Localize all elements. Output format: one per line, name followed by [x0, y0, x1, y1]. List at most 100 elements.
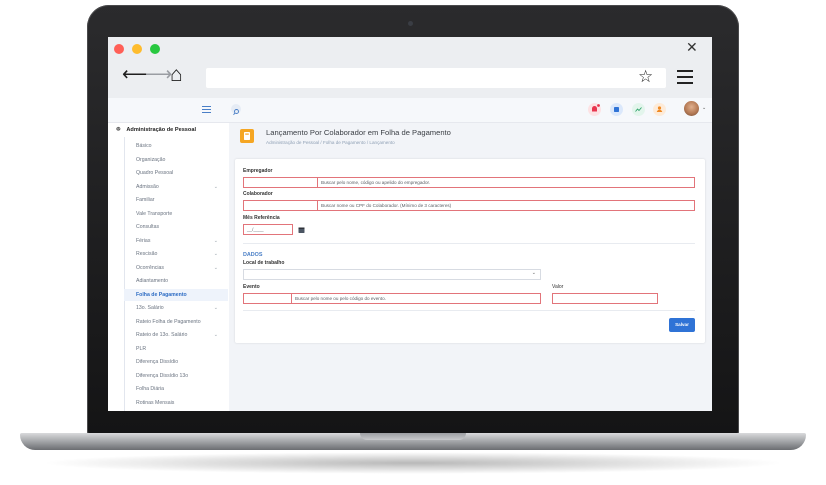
sidebar-item[interactable]: Quadro Pessoal: [124, 167, 228, 179]
sidebar-item-label: Consultas: [136, 224, 160, 230]
empregador-search-input[interactable]: Buscar pelo nome, código ou apelido do e…: [321, 178, 430, 187]
sidebar-item[interactable]: Organização: [124, 154, 228, 166]
laptop-notch: [360, 433, 466, 440]
sidebar-module[interactable]: ꔮ Administração de Pessoal: [116, 127, 196, 134]
sidebar-item[interactable]: Folha de Pagamento: [124, 288, 228, 301]
evento-field[interactable]: Buscar pelo nome ou pelo código do event…: [243, 293, 541, 304]
sidebar-item-label: Rotinas Mensais: [136, 399, 175, 406]
valor-label: Valor: [552, 284, 564, 290]
valor-input[interactable]: [552, 293, 658, 304]
main-content: Lançamento Por Colaborador em Folha de P…: [229, 123, 712, 411]
sidebar-item[interactable]: Vale Transporte: [124, 208, 228, 220]
sidebar-item[interactable]: Rateio Folha de Pagamento: [124, 316, 228, 328]
avatar[interactable]: [684, 101, 699, 116]
sidebar-item[interactable]: Familiar: [124, 194, 228, 206]
user-icon[interactable]: [653, 103, 666, 116]
notifications-icon[interactable]: [588, 103, 601, 116]
sidebar-item-label: Rescisão: [136, 251, 158, 257]
sidebar: ꔮ Administração de Pessoal Básico Organiz…: [108, 123, 230, 411]
sidebar-item-label: Vale Transporte: [136, 210, 173, 217]
sidebar-item-label: Familiar: [136, 197, 155, 203]
mes-referencia-label: Mês Referência: [243, 215, 280, 221]
menu-icon[interactable]: [677, 70, 693, 88]
avatar-chevron-down-icon[interactable]: ⌄: [702, 105, 706, 111]
search-icon[interactable]: [231, 104, 241, 116]
bookmark-star-icon[interactable]: ☆: [638, 67, 653, 87]
footer-divider: [243, 310, 695, 311]
home-icon[interactable]: ⌂: [170, 64, 183, 85]
calendar-button[interactable]: [296, 223, 307, 235]
form-card: Empregador Buscar pelo nome, código ou a…: [235, 159, 705, 343]
sidebar-item-label: Folha Diária: [136, 386, 164, 392]
sidebar-item[interactable]: Ocorrências ⌄: [124, 262, 228, 274]
sidebar-item-label: Férias: [136, 237, 151, 244]
sidebar-item-label: Folha de Pagamento: [136, 291, 187, 298]
people-icon: ꔮ: [116, 127, 121, 133]
sidebar-item[interactable]: Férias ⌄: [124, 235, 228, 247]
maximize-window-dot[interactable]: [150, 44, 160, 54]
sidebar-item-label: Adiantamento: [136, 278, 169, 284]
sidebar-item[interactable]: 13o. Salário ⌄: [124, 302, 228, 314]
divider: [243, 243, 695, 244]
local-trabalho-label: Local de trabalho: [243, 260, 285, 266]
sidebar-item[interactable]: Folha Diária: [124, 383, 228, 395]
browser-chrome: ✕ ⟵ ⟶ ⌂ ☆: [108, 37, 712, 98]
laptop-shadow: [40, 452, 786, 474]
screen: ✕ ⟵ ⟶ ⌂ ☆ ⌄ ꔮ Administração de Pessoal B…: [108, 37, 712, 411]
breadcrumb[interactable]: Administração de Pessoal / Folha de Paga…: [266, 140, 395, 145]
sidebar-toggle-icon[interactable]: [202, 106, 211, 113]
sidebar-item-label: PLR: [136, 345, 147, 352]
empregador-field[interactable]: Buscar pelo nome, código ou apelido do e…: [243, 177, 695, 188]
close-window-dot[interactable]: [114, 44, 124, 54]
sidebar-item[interactable]: Básico: [124, 140, 228, 152]
chevron-down-icon: ⌄: [213, 305, 218, 311]
sidebar-item[interactable]: Admissão ⌄: [124, 181, 228, 193]
sidebar-item-label: 13o. Salário: [136, 305, 164, 311]
sidebar-item[interactable]: Diferença Dissídio: [124, 356, 228, 368]
sidebar-item-label: Diferença Dissídio 13o: [136, 372, 189, 379]
webcam: [408, 21, 413, 26]
colaborador-field[interactable]: Buscar nome ou CPF do Colaborador. (Míni…: [243, 200, 695, 211]
colaborador-search-input[interactable]: Buscar nome ou CPF do Colaborador. (Míni…: [321, 201, 451, 210]
chevron-down-icon: ⌄: [213, 264, 218, 271]
sidebar-item-label: Diferença Dissídio: [136, 359, 179, 365]
address-bar[interactable]: [206, 68, 666, 88]
select-chevron-down-icon: ⌄: [531, 270, 536, 276]
mes-referencia-input[interactable]: __/____: [243, 224, 293, 235]
forward-arrow-icon[interactable]: ⟶: [145, 65, 172, 85]
chart-icon[interactable]: [632, 103, 645, 116]
local-trabalho-select[interactable]: ⌄: [243, 269, 541, 280]
sidebar-item-label: Básico: [136, 143, 152, 149]
sidebar-module-title: Administração de Pessoal: [126, 127, 196, 133]
calendar-icon[interactable]: [610, 103, 623, 116]
sidebar-item-label: Rateio Folha de Pagamento: [136, 318, 201, 325]
sidebar-item-label: Ocorrências: [136, 264, 164, 271]
empregador-label: Empregador: [243, 168, 273, 174]
sidebar-item[interactable]: Adiantamento: [124, 275, 228, 287]
payroll-icon: [240, 129, 254, 143]
minimize-window-dot[interactable]: [132, 44, 142, 54]
evento-label: Evento: [243, 284, 260, 290]
sidebar-item-label: Admissão: [136, 183, 159, 190]
chevron-down-icon: ⌄: [213, 237, 218, 244]
sidebar-item[interactable]: Consultas: [124, 221, 228, 233]
save-button[interactable]: Salvar: [669, 318, 695, 332]
colaborador-label: Colaborador: [243, 191, 273, 197]
chevron-down-icon: ⌄: [213, 183, 218, 190]
chevron-down-icon: ⌄: [213, 332, 218, 338]
sidebar-item[interactable]: Rateio de 13o. Salário ⌄: [124, 329, 228, 341]
colaborador-code-field[interactable]: [244, 201, 318, 210]
sidebar-item-label: Organização: [136, 156, 166, 163]
mes-referencia-value: __/____: [247, 227, 264, 232]
close-icon[interactable]: ✕: [686, 39, 698, 56]
sidebar-item[interactable]: Rotinas Mensais: [124, 397, 228, 409]
evento-search-input[interactable]: Buscar pelo nome ou pelo código do event…: [295, 294, 386, 303]
sidebar-item[interactable]: Diferença Dissídio 13o: [124, 370, 228, 382]
empregador-code-field[interactable]: [244, 178, 318, 187]
chevron-down-icon: ⌄: [213, 251, 218, 257]
sidebar-item[interactable]: Rescisão ⌄: [124, 248, 228, 260]
section-dados-title: DADOS: [243, 252, 263, 258]
evento-code-field[interactable]: [244, 294, 292, 303]
sidebar-item[interactable]: PLR: [124, 343, 228, 355]
sidebar-item-label: Rateio de 13o. Salário: [136, 332, 188, 338]
